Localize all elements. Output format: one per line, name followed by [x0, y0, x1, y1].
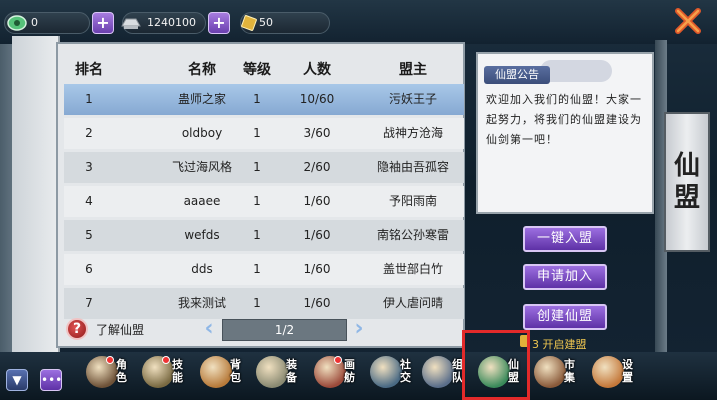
equipment-icon — [256, 356, 288, 388]
add-jade-button[interactable]: + — [92, 12, 114, 34]
silver-icon — [121, 18, 141, 29]
cell-level: 1 — [253, 194, 261, 208]
table-row[interactable]: 5 wefds 1 1/60 南铭公孙寒雷 — [64, 220, 464, 251]
more-menu-button[interactable]: ••• — [40, 369, 62, 391]
table-row[interactable]: 4 aaaee 1 1/60 予阳雨南 — [64, 186, 464, 217]
header-level: 等级 — [243, 62, 271, 78]
nav-label: 技能 — [172, 358, 183, 384]
jade-icon — [7, 15, 27, 31]
nav-label: 画舫 — [344, 358, 355, 384]
nav-label: 社交 — [400, 358, 411, 384]
close-icon[interactable] — [672, 5, 704, 37]
add-silver-button[interactable]: + — [208, 12, 230, 34]
nav-item[interactable]: 角色 — [84, 354, 128, 398]
table-row[interactable]: 2 oldboy 1 3/60 战神方沧海 — [64, 118, 464, 149]
cell-level: 1 — [253, 296, 261, 310]
notice-title: 仙盟公告 — [484, 66, 550, 84]
nav-item[interactable]: 设置 — [590, 354, 634, 398]
apply-join-button[interactable]: 申请加入 — [523, 264, 607, 290]
notification-dot — [334, 356, 342, 364]
guild-banner-text: 仙盟 — [673, 151, 700, 213]
guild-nav-highlight — [462, 330, 530, 400]
notification-dot — [162, 356, 170, 364]
nav-label: 设置 — [622, 358, 633, 384]
cell-level: 1 — [253, 126, 261, 140]
header-members: 人数 — [303, 62, 331, 78]
cell-rank: 2 — [85, 126, 93, 140]
left-scroll-page — [12, 36, 60, 356]
nav-label: 装备 — [286, 358, 297, 384]
nav-label: 市集 — [564, 358, 575, 384]
cell-members: 3/60 — [303, 126, 331, 140]
ticket-icon — [241, 15, 257, 31]
cell-members: 1/60 — [303, 194, 331, 208]
cell-rank: 7 — [85, 296, 93, 310]
header-rank: 排名 — [75, 62, 103, 78]
cell-rank: 3 — [85, 160, 93, 174]
cell-level: 1 — [253, 160, 261, 174]
cell-rank: 6 — [85, 262, 93, 276]
cell-level: 1 — [253, 262, 261, 276]
page-indicator: 1/2 — [222, 319, 347, 341]
create-guild-button[interactable]: 创建仙盟 — [523, 304, 607, 330]
jade-value: 0 — [31, 16, 38, 29]
nav-item[interactable]: 装备 — [254, 354, 298, 398]
nav-item[interactable]: 组队 — [420, 354, 464, 398]
team-icon — [422, 356, 454, 388]
cell-rank: 5 — [85, 228, 93, 242]
cell-members: 1/60 — [303, 296, 331, 310]
cell-level: 1 — [253, 92, 261, 106]
notice-body: 欢迎加入我们的仙盟！大家一起努力，将我们的仙盟建设为仙剑第一吧！ — [486, 93, 642, 146]
cell-level: 1 — [253, 228, 261, 242]
quick-join-button[interactable]: 一键入盟 — [523, 226, 607, 252]
help-icon[interactable]: ? — [66, 318, 88, 340]
nav-item[interactable]: 背包 — [198, 354, 242, 398]
bag-icon — [200, 356, 232, 388]
create-unlock-note: 3 开启建盟 — [532, 338, 587, 351]
nav-item[interactable]: 社交 — [368, 354, 412, 398]
nav-item[interactable]: 技能 — [140, 354, 184, 398]
cell-members: 1/60 — [303, 262, 331, 276]
nav-item[interactable]: 画舫 — [312, 354, 356, 398]
guild-table-header: 排名 名称 等级 人数 盟主 — [64, 58, 464, 82]
table-row[interactable]: 6 dds 1 1/60 盖世部白竹 — [64, 254, 464, 285]
social-icon — [370, 356, 402, 388]
cell-leader: 南铭公孙寒雷 — [376, 228, 449, 242]
cell-leader: 伊人虐问晴 — [382, 296, 443, 310]
table-row[interactable]: 1 蛊师之家 1 10/60 污妖王子 — [64, 84, 464, 115]
nav-label: 角色 — [116, 358, 127, 384]
cell-members: 2/60 — [303, 160, 331, 174]
cell-leader: 盖世部白竹 — [382, 262, 443, 276]
cell-leader: 污妖王子 — [388, 92, 437, 106]
cell-leader: 隐袖由吾孤容 — [376, 160, 449, 174]
table-row[interactable]: 7 我来测试 1 1/60 伊人虐问晴 — [64, 288, 464, 319]
collapse-toggle-button[interactable]: ▼ — [6, 369, 28, 391]
cell-rank: 1 — [85, 92, 93, 106]
cloud-decoration — [540, 60, 612, 82]
cell-rank: 4 — [85, 194, 93, 208]
notification-dot — [106, 356, 114, 364]
silver-value: 1240100 — [147, 16, 196, 29]
nav-label: 背包 — [230, 358, 241, 384]
cell-members: 1/60 — [303, 228, 331, 242]
table-row[interactable]: 3 飞过海风格 1 2/60 隐袖由吾孤容 — [64, 152, 464, 183]
cell-leader: 予阳雨南 — [388, 194, 437, 208]
market-icon — [534, 356, 566, 388]
prev-page-button[interactable]: ‹ — [200, 318, 218, 342]
learn-guild-link[interactable]: 了解仙盟 — [96, 321, 144, 338]
header-leader: 盟主 — [399, 62, 427, 78]
settings-icon — [592, 356, 624, 388]
next-page-button[interactable]: › — [350, 318, 368, 342]
cell-leader: 战神方沧海 — [382, 126, 443, 140]
nav-item[interactable]: 市集 — [532, 354, 576, 398]
cell-members: 10/60 — [299, 92, 335, 106]
